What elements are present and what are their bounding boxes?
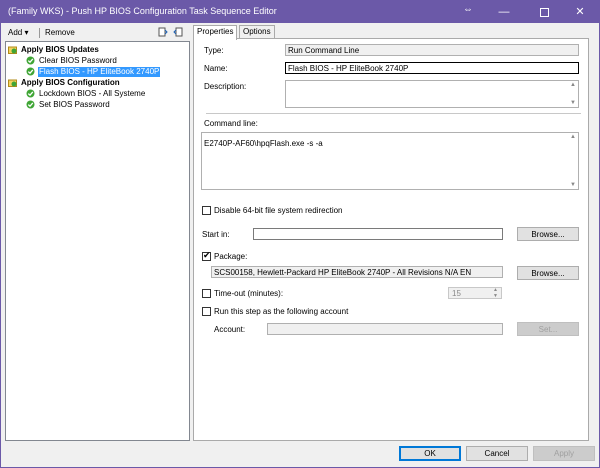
command-line-input[interactable]: E2740P-AF60\hpqFlash.exe -s -a ▲ ▼ [201,132,579,190]
description-input[interactable]: ▲ ▼ [285,80,579,108]
tree-item-label: Apply BIOS Updates [21,45,99,54]
move-up-icon[interactable] [158,27,168,37]
move-down-icon[interactable] [173,27,183,37]
check-circle-icon [26,89,35,98]
folder-check-icon [8,79,17,87]
package-browse-button[interactable]: Browse... [517,266,579,280]
scroll-up-icon[interactable]: ▲ [570,134,576,140]
start-in-input[interactable] [253,228,503,240]
command-line-label: Command line: [204,119,258,128]
window-title: (Family WKS) - Push HP BIOS Configuratio… [8,6,277,16]
timeout-value: 15 [452,289,461,298]
stepper-arrows-icon[interactable]: ▲ ▼ [493,287,500,299]
editor-window: (Family WKS) - Push HP BIOS Configuratio… [0,0,600,468]
tree-item-label: Flash BIOS - HP EliteBook 2740P [38,67,161,77]
run-as-label: Run this step as the following account [214,307,349,316]
name-label: Name: [204,64,228,73]
account-field [267,323,503,335]
package-label: Package: [214,252,248,261]
timeout-label: Time-out (minutes): [214,289,284,298]
disable-redirection-checkbox[interactable] [202,206,211,215]
set-account-button[interactable]: Set... [517,322,579,336]
sequence-toolbar: Add ▾ Remove [5,26,189,40]
resize-arrows-icon: ⇔ [463,4,473,15]
tree-item-label: Lockdown BIOS - All Systeme [39,89,146,98]
check-circle-icon [26,56,35,65]
ok-button[interactable]: OK [399,446,461,461]
package-field: SCS00158, Hewlett-Packard HP EliteBook 2… [211,266,503,278]
scroll-down-icon[interactable]: ▼ [570,182,576,188]
tree-item-label: Clear BIOS Password [39,56,117,65]
apply-button[interactable]: Apply [533,446,595,461]
description-label: Description: [204,82,247,91]
package-checkbox[interactable]: ✔ [202,250,211,261]
add-menu-button[interactable]: Add ▾ [8,28,28,37]
scroll-down-icon[interactable]: ▼ [570,100,576,106]
close-button[interactable]: ✕ [563,1,597,23]
title-bar[interactable]: (Family WKS) - Push HP BIOS Configuratio… [1,1,599,23]
scroll-up-icon[interactable]: ▲ [570,82,576,88]
maximize-icon [539,7,549,17]
task-sequence-tree[interactable]: Apply BIOS Updates Clear BIOS Password F… [5,41,190,441]
description-scrollbar[interactable]: ▲ ▼ [569,81,578,107]
tab-properties[interactable]: Properties [193,25,238,40]
remove-button[interactable]: Remove [45,28,75,37]
type-field: Run Command Line [285,44,579,56]
section-divider [206,113,581,114]
command-line-value: E2740P-AF60\hpqFlash.exe -s -a [204,139,323,148]
cancel-button[interactable]: Cancel [466,446,528,461]
run-as-checkbox[interactable] [202,307,211,316]
tree-item-label: Apply BIOS Configuration [21,78,120,87]
maximize-button[interactable] [527,1,561,23]
timeout-stepper[interactable]: 15 ▲ ▼ [448,287,502,299]
folder-check-icon [8,46,17,54]
toolbar-separator [39,28,40,38]
command-line-scrollbar[interactable]: ▲ ▼ [569,133,578,189]
tree-item-label: Set BIOS Password [39,100,110,109]
check-circle-icon [26,67,35,76]
checkmark-icon: ✔ [203,250,211,260]
minimize-button[interactable]: — [487,1,521,23]
check-circle-icon [26,100,35,109]
start-in-label: Start in: [202,230,230,239]
type-label: Type: [204,46,224,55]
tab-options[interactable]: Options [239,25,275,39]
name-input[interactable]: Flash BIOS - HP EliteBook 2740P [285,62,579,74]
disable-redirection-label: Disable 64-bit file system redirection [214,206,343,215]
start-in-browse-button[interactable]: Browse... [517,227,579,241]
timeout-checkbox[interactable] [202,289,211,298]
account-label: Account: [214,325,246,334]
